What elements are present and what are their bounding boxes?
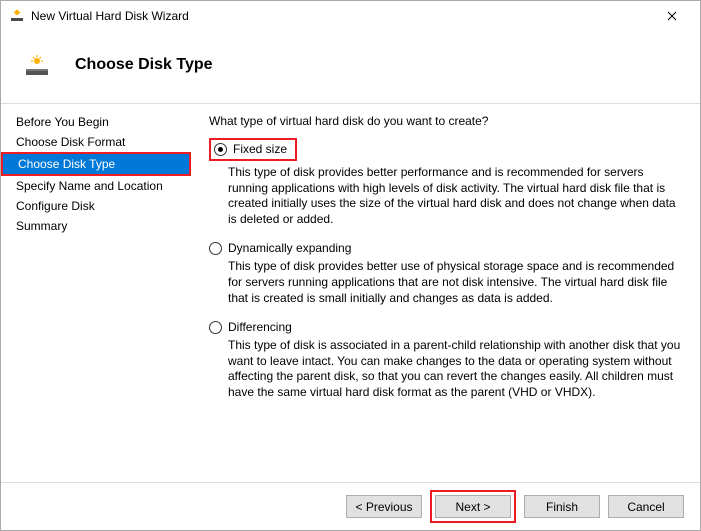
radio-label-differencing[interactable]: Differencing [228,320,292,334]
radio-dynamically-expanding[interactable] [209,242,222,255]
finish-button[interactable]: Finish [524,495,600,518]
radio-fixed-size[interactable] [214,143,227,156]
window-title: New Virtual Hard Disk Wizard [31,9,652,23]
sidebar-item-before-you-begin[interactable]: Before You Begin [1,112,191,132]
page-title: Choose Disk Type [75,56,213,74]
content-panel: What type of virtual hard disk do you wa… [191,104,700,482]
button-bar: < Previous Next > Finish Cancel [1,482,700,530]
sidebar-item-configure-disk[interactable]: Configure Disk [1,196,191,216]
cancel-button[interactable]: Cancel [608,495,684,518]
desc-fixed-size: This type of disk provides better perfor… [228,165,682,227]
radio-label-dynamically-expanding[interactable]: Dynamically expanding [228,241,351,255]
close-button[interactable] [652,2,692,30]
desc-dynamically-expanding: This type of disk provides better use of… [228,259,682,306]
radio-label-fixed-size[interactable]: Fixed size [233,142,287,156]
sidebar-item-specify-name-location[interactable]: Specify Name and Location [1,176,191,196]
prompt-text: What type of virtual hard disk do you wa… [209,114,682,128]
highlight-box: Next > [430,490,516,523]
wizard-icon [21,49,53,81]
desc-differencing: This type of disk is associated in a par… [228,338,682,400]
sidebar-item-choose-disk-type[interactable]: Choose Disk Type [3,154,189,174]
highlight-box: Fixed size [209,138,297,161]
titlebar: New Virtual Hard Disk Wizard [1,1,700,31]
wizard-window: New Virtual Hard Disk Wizard Choose Disk… [0,0,701,531]
highlight-box: Choose Disk Type [1,152,191,176]
wizard-steps-sidebar: Before You Begin Choose Disk Format Choo… [1,104,191,482]
sidebar-item-choose-disk-format[interactable]: Choose Disk Format [1,132,191,152]
radio-differencing[interactable] [209,321,222,334]
previous-button[interactable]: < Previous [346,495,422,518]
next-button[interactable]: Next > [435,495,511,518]
body-panel: Before You Begin Choose Disk Format Choo… [1,103,700,482]
app-icon [9,8,25,24]
header-panel: Choose Disk Type [1,31,700,103]
sidebar-item-summary[interactable]: Summary [1,216,191,236]
